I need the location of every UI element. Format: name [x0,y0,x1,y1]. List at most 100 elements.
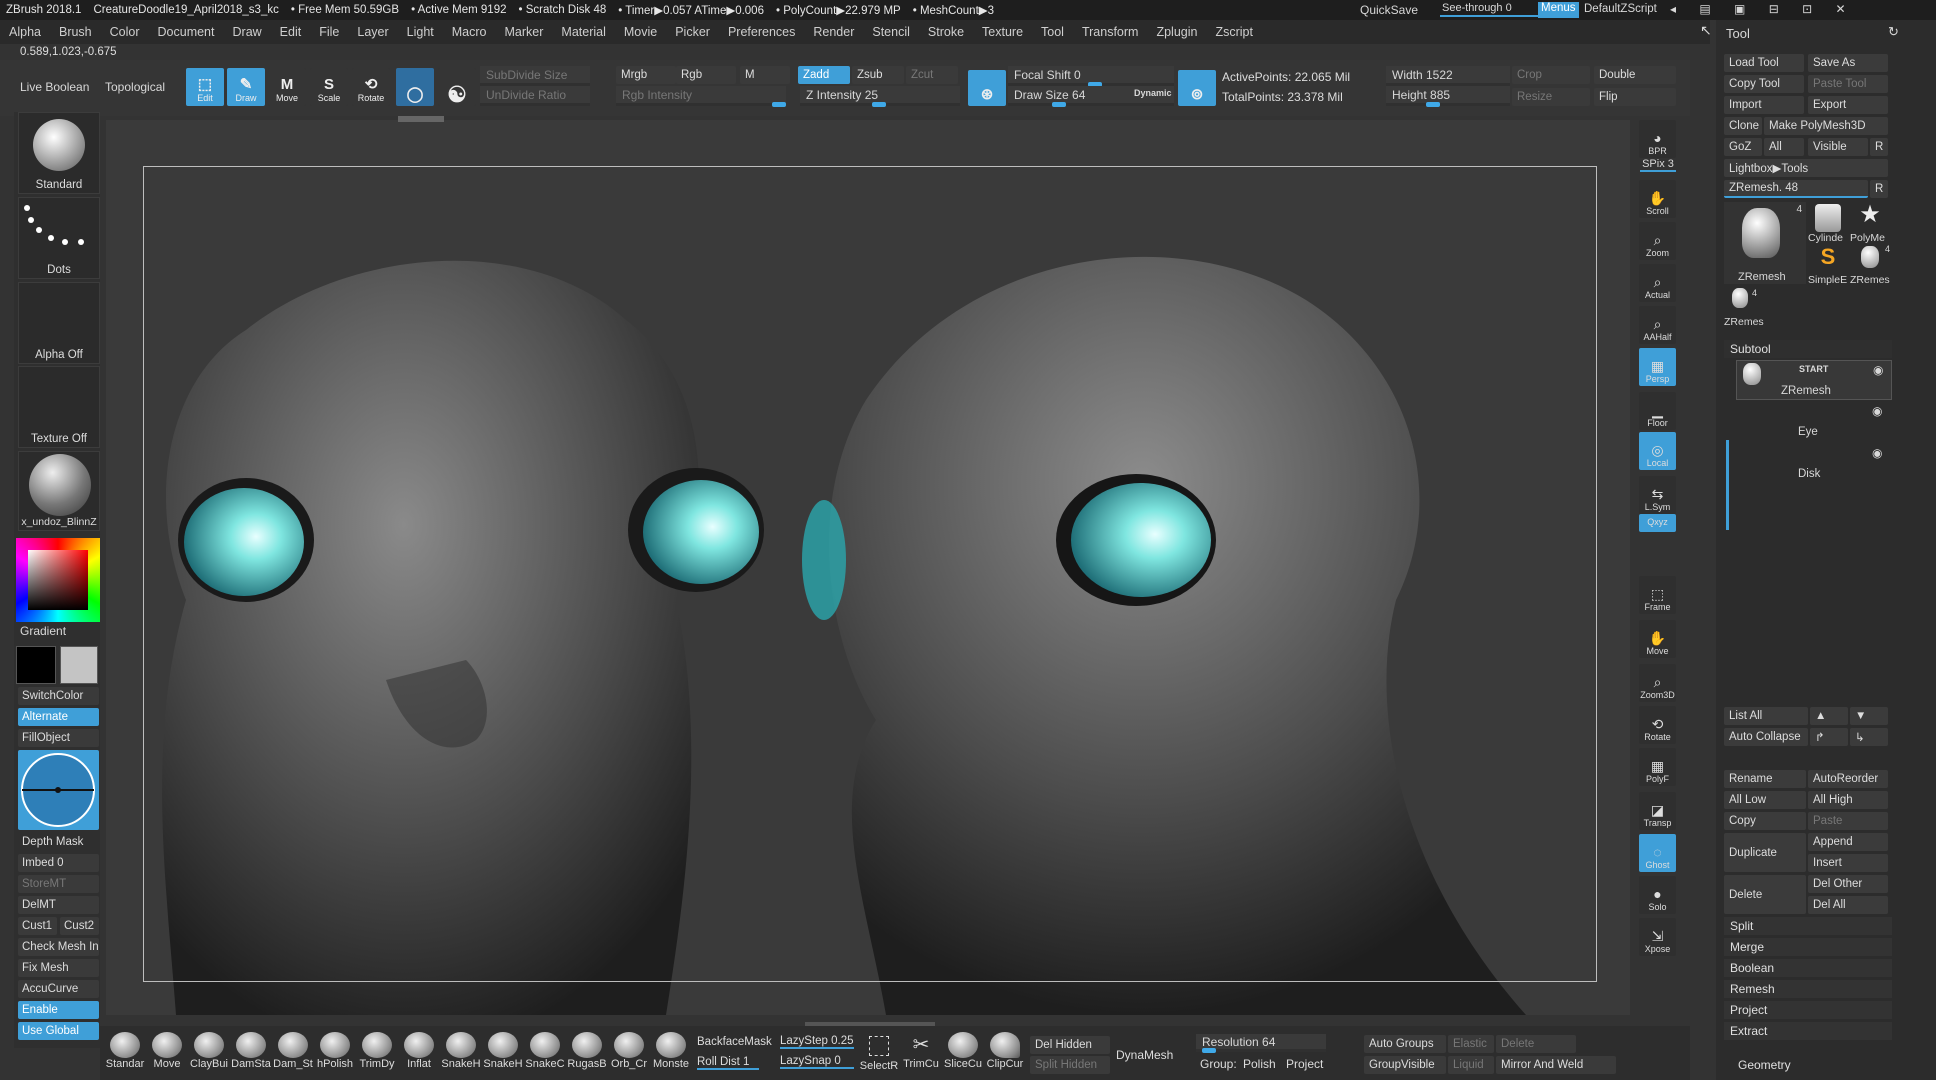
menu-file[interactable]: File [310,25,348,39]
height-slider[interactable]: Height 885 [1386,86,1510,107]
menu-macro[interactable]: Macro [443,25,496,39]
paste-button[interactable]: Paste [1808,812,1888,830]
fix-mesh-button[interactable]: Fix Mesh [18,959,99,977]
brush-trimdy[interactable]: TrimDy [356,1032,398,1076]
zremesh-r-button[interactable]: R [1870,180,1888,198]
eye-visibility-icon[interactable]: ◉ [1873,363,1883,377]
brush-snakeh[interactable]: SnakeH [440,1032,482,1076]
move-down-icon[interactable]: ▼ [1850,707,1888,725]
texture-picker[interactable]: Texture Off [18,366,100,448]
rgb-intensity-knob[interactable] [772,102,786,107]
move-button[interactable]: ✋ Move [1639,620,1676,658]
material-picker[interactable]: x_undoz_BlinnZ [18,451,100,531]
export-button[interactable]: Export [1808,96,1888,114]
move-button[interactable]: M Move [268,68,306,106]
brush-snakeh[interactable]: SnakeH [482,1032,524,1076]
list-all-button[interactable]: List All [1724,707,1808,725]
subtool-header[interactable]: Subtool [1724,340,1892,358]
height-knob[interactable] [1426,102,1440,107]
default-zscript[interactable]: DefaultZScript [1584,3,1657,15]
copy-tool-button[interactable]: Copy Tool [1724,75,1804,93]
lazysnap-slider[interactable]: LazySnap 0 [780,1055,854,1069]
depth-mask-widget[interactable] [18,750,99,830]
boolean-section[interactable]: Boolean [1724,959,1892,977]
gradient-label[interactable]: Gradient [20,624,66,638]
menu-marker[interactable]: Marker [496,25,553,39]
lightbox-tools-button[interactable]: Lightbox▶Tools [1724,159,1888,177]
stroke-button[interactable]: ⊚ [1178,70,1216,106]
delete-button-bottom[interactable]: Delete [1496,1035,1576,1053]
brush-picker[interactable]: Standard [18,112,100,194]
polymesh-tool-thumb[interactable]: ★ PolyMe [1850,202,1890,245]
menu-document[interactable]: Document [149,25,224,39]
live-boolean-button[interactable]: Live Boolean [20,80,89,94]
topological-button[interactable]: Topological [105,80,165,94]
menu-zscript[interactable]: Zscript [1206,25,1262,39]
local-button[interactable]: ◎ Local [1639,432,1676,470]
menu-render[interactable]: Render [804,25,863,39]
cust1-button[interactable]: Cust1 [18,917,57,935]
geometry-section[interactable]: Geometry [1724,1056,1892,1074]
double-button[interactable]: Double [1594,66,1676,84]
switchcolor-button[interactable]: SwitchColor [18,687,99,705]
frame-button[interactable]: ⬚ Frame [1639,576,1676,614]
floor-button[interactable]: ▁ Floor [1639,392,1676,430]
del-all-button[interactable]: Del All [1808,896,1888,914]
dynamesh-button[interactable]: DynaMesh [1116,1048,1173,1062]
clone-button[interactable]: Clone [1724,117,1762,135]
menu-movie[interactable]: Movie [615,25,666,39]
m-button[interactable]: M [740,66,790,84]
menu-color[interactable]: Color [101,25,149,39]
menu-material[interactable]: Material [552,25,614,39]
elastic-button[interactable]: Elastic [1448,1035,1494,1053]
del-hidden-button[interactable]: Del Hidden [1030,1036,1110,1054]
resolution-slider[interactable]: Resolution 64 [1196,1034,1326,1053]
delmt-button[interactable]: DelMT [18,896,99,914]
brush-claybui[interactable]: ClayBui [188,1032,230,1076]
merge-section[interactable]: Merge [1724,938,1892,956]
resize-button[interactable]: Resize [1512,88,1590,106]
mrgb-button[interactable]: Mrgb [616,66,676,84]
clipcurve-tool[interactable]: ClipCur [984,1032,1026,1076]
subtool-row-eye[interactable]: ◉ Eye [1736,402,1892,442]
copy-button[interactable]: Copy [1724,812,1806,830]
save-as-button[interactable]: Save As [1808,54,1888,72]
resolution-knob[interactable] [1202,1048,1216,1053]
scroll-button[interactable]: ✋ Scroll [1639,180,1676,218]
menu-edit[interactable]: Edit [271,25,311,39]
menu-light[interactable]: Light [398,25,443,39]
r-button[interactable]: R [1870,138,1888,156]
persp-button[interactable]: ▦ Persp [1639,348,1676,386]
menu-draw[interactable]: Draw [224,25,271,39]
storemt-button[interactable]: StoreMT [18,875,99,893]
zadd-button[interactable]: Zadd [798,66,850,84]
menu-picker[interactable]: Picker [666,25,719,39]
refresh-icon[interactable]: ↻ [1888,24,1899,40]
rotate-button[interactable]: ⟲ Rotate [1639,706,1676,744]
stroke-picker[interactable]: Dots [18,197,100,279]
transp-button[interactable]: ◪ Transp [1639,792,1676,830]
subtool-row-disk[interactable]: ◉ Disk [1736,444,1892,484]
zcut-button[interactable]: Zcut [906,66,958,84]
append-button[interactable]: Append [1808,833,1888,851]
polish-button[interactable]: Polish [1243,1057,1276,1071]
all-high-button[interactable]: All High [1808,791,1888,809]
eye-visibility-icon[interactable]: ◉ [1872,446,1882,460]
trimcurve-tool[interactable]: ✂ TrimCu [900,1032,942,1076]
visible-button[interactable]: Visible [1808,138,1868,156]
saturation-square[interactable] [28,550,88,610]
brush-orb_cr[interactable]: Orb_Cr [608,1032,650,1076]
use-global-button[interactable]: Use Global [18,1022,99,1040]
menu-zplugin[interactable]: Zplugin [1147,25,1206,39]
rgb-intensity-slider[interactable]: Rgb Intensity [616,86,786,107]
del-other-button[interactable]: Del Other [1808,875,1888,893]
ghost-button[interactable]: ◌ Ghost [1639,834,1676,872]
remesh-section[interactable]: Remesh [1724,980,1892,998]
rename-button[interactable]: Rename [1724,770,1806,788]
groupvisible-button[interactable]: GroupVisible [1364,1056,1446,1074]
dynamic-toggle[interactable]: Dynamic [1134,88,1172,98]
import-button[interactable]: Import [1724,96,1804,114]
brush-rugasb[interactable]: RugasB [566,1032,608,1076]
load-tool-button[interactable]: Load Tool [1724,54,1804,72]
brush-pressure-button[interactable]: ⊛ [968,70,1006,106]
